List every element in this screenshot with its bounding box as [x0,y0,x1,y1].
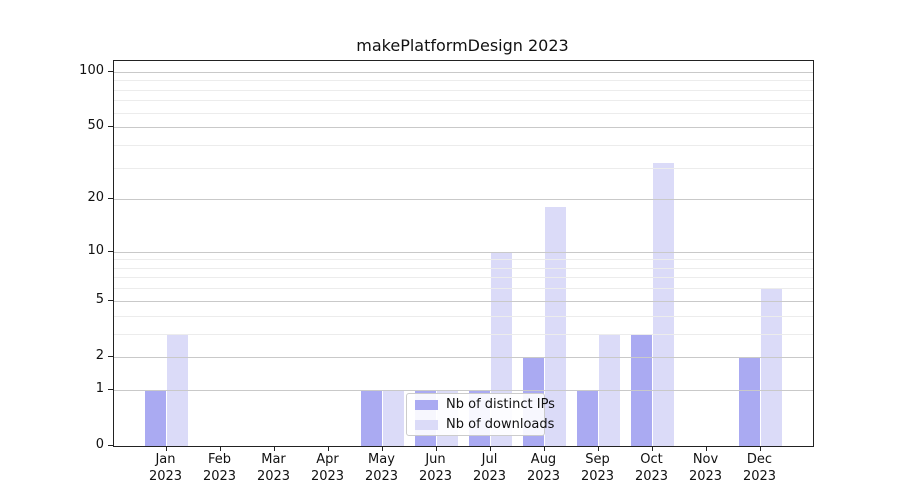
x-tick [652,446,653,451]
y-tick-label: 5 [44,292,104,308]
bar-distinct-ips [577,390,599,446]
x-tick-label: Aug 2023 [517,451,571,485]
y-tick-label: 0 [44,437,104,453]
x-tick [490,446,491,451]
y-tick [108,198,113,199]
figure: makePlatformDesign 2023 Nb of distinct I… [0,0,900,500]
x-tick [166,446,167,451]
bar-downloads [383,390,405,446]
x-tick [706,446,707,451]
x-tick [328,446,329,451]
y-tick [108,71,113,72]
minor-gridline [114,268,813,269]
x-tick-label: Mar 2023 [247,451,301,485]
major-gridline [114,72,813,73]
legend-item-downloads: Nb of downloads [415,417,536,432]
x-tick-label: Dec 2023 [733,451,787,485]
y-tick-label: 10 [44,243,104,259]
y-tick-label: 20 [44,190,104,206]
major-gridline [114,357,813,358]
x-tick-label: Jun 2023 [409,451,463,485]
x-tick [382,446,383,451]
bar-downloads [653,163,675,447]
legend-swatch-distinct-ips [415,400,438,410]
x-tick [274,446,275,451]
minor-gridline [114,90,813,91]
x-tick-label: Sep 2023 [571,451,625,485]
y-tick [108,126,113,127]
chart-title: makePlatformDesign 2023 [113,36,812,55]
y-tick [108,300,113,301]
legend-item-distinct-ips: Nb of distinct IPs [415,397,536,412]
legend-swatch-downloads [415,420,438,430]
legend: Nb of distinct IPs Nb of downloads [406,393,545,436]
minor-gridline [114,288,813,289]
minor-gridline [114,277,813,278]
minor-gridline [114,145,813,146]
plot-area: Nb of distinct IPs Nb of downloads [113,60,814,447]
minor-gridline [114,168,813,169]
x-tick-label: Jan 2023 [139,451,193,485]
minor-gridline [114,316,813,317]
x-tick [760,446,761,451]
x-tick-label: May 2023 [355,451,409,485]
bar-distinct-ips [145,390,167,446]
y-tick [108,445,113,446]
minor-gridline [114,100,813,101]
bar-distinct-ips [739,357,761,446]
x-tick-label: Nov 2023 [679,451,733,485]
legend-label-downloads: Nb of downloads [446,417,554,432]
x-tick [220,446,221,451]
minor-gridline [114,113,813,114]
y-tick [108,356,113,357]
legend-label-distinct-ips: Nb of distinct IPs [446,397,555,412]
y-tick-label: 1 [44,381,104,397]
major-gridline [114,199,813,200]
major-gridline [114,301,813,302]
x-tick [598,446,599,451]
x-tick [436,446,437,451]
x-tick [544,446,545,451]
major-gridline [114,390,813,391]
x-tick-label: Oct 2023 [625,451,679,485]
y-tick [108,389,113,390]
bar-downloads [761,288,783,446]
minor-gridline [114,334,813,335]
x-tick-label: Apr 2023 [301,451,355,485]
minor-gridline [114,80,813,81]
major-gridline [114,252,813,253]
x-tick-label: Feb 2023 [193,451,247,485]
x-tick-label: Jul 2023 [463,451,517,485]
y-tick-label: 100 [44,63,104,79]
bar-distinct-ips [361,390,383,446]
major-gridline [114,127,813,128]
y-tick-label: 2 [44,348,104,364]
y-tick-label: 50 [44,118,104,134]
y-tick [108,251,113,252]
minor-gridline [114,259,813,260]
